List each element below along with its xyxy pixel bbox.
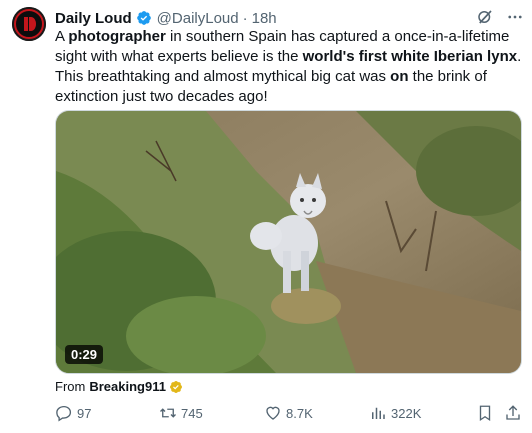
views-button[interactable]: 322K — [369, 404, 421, 422]
source-attribution: From Breaking911 — [55, 379, 183, 394]
reply-icon — [56, 405, 72, 422]
separator-dot: · — [242, 9, 248, 27]
video-player[interactable]: 0:29 — [55, 110, 522, 374]
tweet-header: Daily Loud @DailyLoud · 18h — [55, 8, 524, 28]
like-button[interactable]: 8.7K — [264, 404, 313, 422]
share-icon — [506, 405, 520, 420]
verified-badge-icon — [136, 10, 152, 26]
video-duration: 0:29 — [65, 345, 104, 364]
avatar[interactable] — [12, 7, 46, 41]
timestamp[interactable]: 18h — [252, 10, 277, 27]
logo-mark-icon — [24, 17, 36, 31]
retweet-button[interactable]: 745 — [159, 404, 203, 422]
tweet-text-bold-segment: on — [390, 68, 409, 85]
views-chart-icon — [372, 407, 385, 419]
like-count: 8.7K — [286, 405, 313, 421]
video-frame-lynx — [56, 111, 521, 373]
author-name[interactable]: Daily Loud — [55, 10, 132, 27]
source-account-link[interactable]: Breaking911 — [89, 379, 166, 394]
heart-icon — [266, 406, 280, 420]
reply-button[interactable]: 97 — [55, 404, 91, 422]
tweet-text-bold-segment: photographer — [68, 28, 166, 45]
share-button[interactable] — [504, 404, 522, 422]
author-handle[interactable]: @DailyLoud — [157, 10, 239, 27]
daily-loud-logo — [14, 9, 44, 39]
gold-verified-badge-icon — [169, 380, 183, 394]
tweet-text-bold-segment: world's first white Iberian lynx — [302, 48, 518, 65]
from-label: From — [55, 379, 86, 394]
bookmark-icon — [479, 405, 491, 422]
tweet-text-segment: A — [55, 28, 69, 45]
reply-count: 97 — [77, 405, 92, 421]
bookmark-button[interactable] — [476, 404, 494, 422]
tweet-text: A photographer in southern Spain has cap… — [55, 27, 525, 107]
retweet-icon — [160, 408, 176, 418]
views-count: 322K — [391, 405, 422, 421]
action-bar: 97 745 8.7K 322K — [55, 404, 525, 426]
retweet-count: 745 — [181, 405, 203, 421]
